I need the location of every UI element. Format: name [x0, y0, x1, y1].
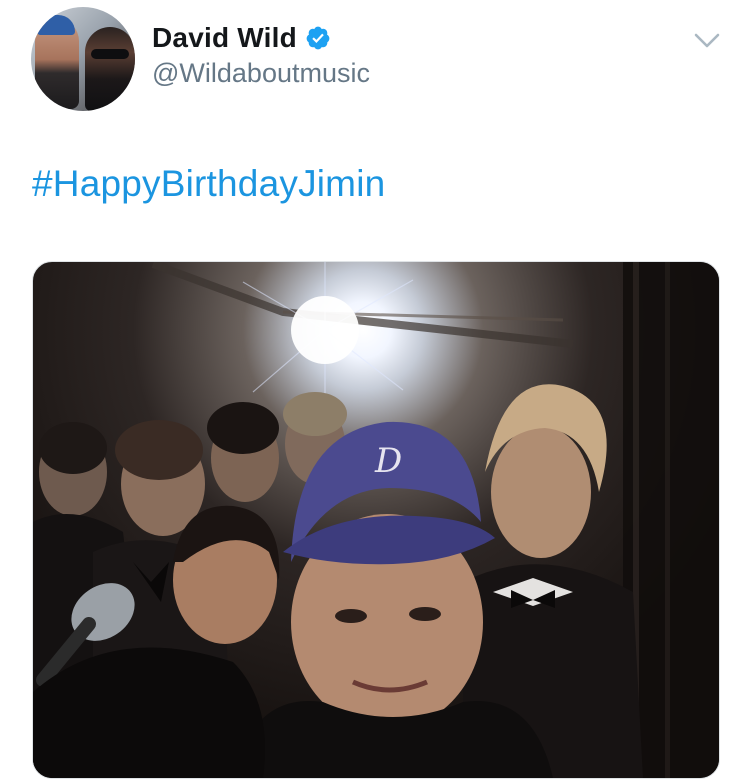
photo-illustration: D [33, 262, 719, 778]
author-name-row[interactable]: David Wild [152, 22, 331, 54]
chevron-down-icon[interactable] [693, 30, 721, 52]
cap-logo: D [374, 441, 402, 481]
tweet-card: David Wild @Wildaboutmusic #HappyBirthda… [0, 0, 750, 783]
avatar-sunglasses [91, 49, 129, 59]
tweet-text-hashtag[interactable]: #HappyBirthdayJimin [32, 163, 385, 205]
tweet-photo[interactable]: D [32, 261, 720, 779]
avatar[interactable] [31, 7, 135, 111]
avatar-cap [37, 15, 75, 35]
verified-badge-icon [306, 26, 330, 50]
author-handle[interactable]: @Wildaboutmusic [152, 58, 370, 89]
display-name[interactable]: David Wild [152, 22, 297, 54]
avatar-person [85, 27, 135, 111]
